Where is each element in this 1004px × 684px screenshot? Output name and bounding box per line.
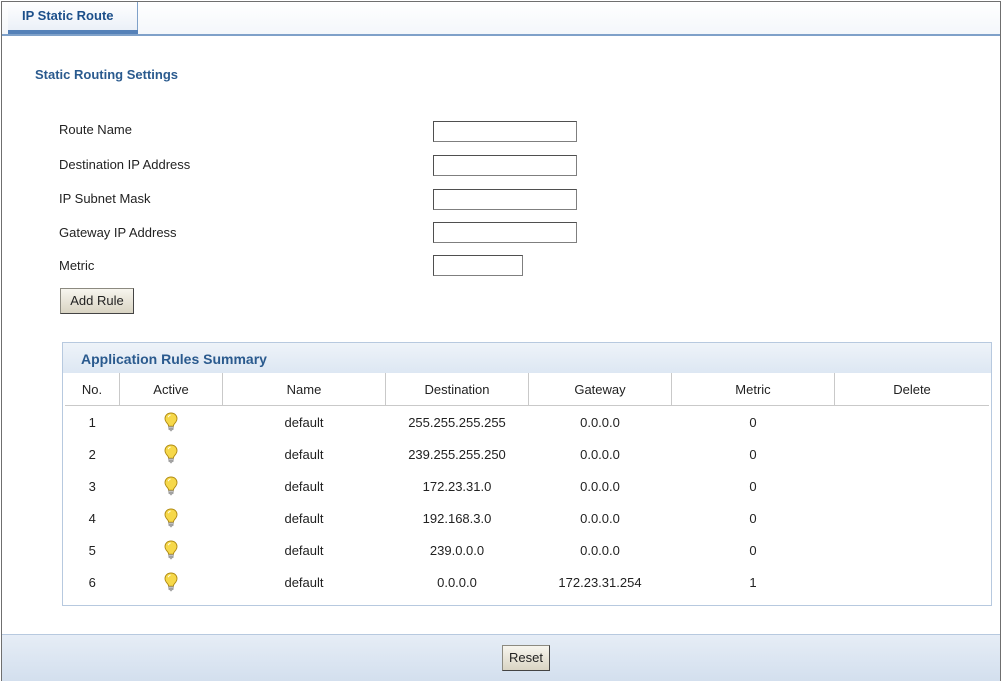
cell-no: 1: [88, 414, 96, 430]
table-row: 6 default 0.0.0.0 172.23.31.254 1: [65, 566, 989, 598]
cell-destination: 239.255.255.250: [408, 446, 506, 462]
cell-delete: [835, 470, 990, 502]
cell-name: default: [284, 574, 324, 590]
cell-name: default: [284, 414, 324, 430]
cell-gateway: 0.0.0.0: [580, 446, 620, 462]
gateway-ip-label: Gateway IP Address: [59, 225, 177, 240]
cell-destination: 239.0.0.0: [429, 542, 485, 558]
cell-metric: 0: [749, 414, 757, 430]
cell-name: default: [284, 478, 324, 494]
cell-metric: 0: [749, 478, 757, 494]
cell-destination: 0.0.0.0: [437, 574, 477, 590]
cell-delete: [835, 438, 990, 470]
column-header-delete: Delete: [834, 373, 989, 406]
gateway-ip-input[interactable]: [433, 222, 577, 243]
table-header-row: No. Active Name Destination Gateway Metr…: [65, 373, 989, 406]
subnet-mask-label: IP Subnet Mask: [59, 191, 151, 206]
cell-name: default: [284, 446, 324, 462]
cell-gateway: 0.0.0.0: [580, 414, 620, 430]
cell-delete: [835, 534, 990, 566]
section-title: Static Routing Settings: [35, 67, 178, 82]
tab-bar: IP Static Route: [2, 2, 1000, 36]
route-name-label: Route Name: [59, 122, 132, 137]
cell-metric: 1: [749, 574, 757, 590]
cell-name: default: [284, 542, 324, 558]
subnet-mask-input[interactable]: [433, 189, 577, 210]
summary-title: Application Rules Summary: [81, 351, 267, 367]
cell-delete: [835, 502, 990, 534]
column-header-active: Active: [119, 373, 223, 406]
table-row: 1 default 255.255.255.255 0.0.0.0 0: [65, 406, 989, 439]
lightbulb-icon: [164, 476, 178, 496]
cell-gateway: 0.0.0.0: [580, 542, 620, 558]
cell-active: [120, 502, 223, 534]
cell-no: 2: [88, 446, 96, 462]
main-frame: IP Static Route Static Routing Settings …: [1, 1, 1001, 681]
cell-no: 3: [88, 478, 96, 494]
table-row: 2 default 239.255.255.250 0.0.0.0 0: [65, 438, 989, 470]
rules-table: No. Active Name Destination Gateway Metr…: [65, 373, 989, 598]
reset-button[interactable]: Reset: [502, 645, 550, 671]
cell-metric: 0: [749, 542, 757, 558]
cell-gateway: 0.0.0.0: [580, 510, 620, 526]
column-header-name: Name: [222, 373, 386, 406]
cell-no: 5: [88, 542, 96, 558]
table-row: 5 default 239.0.0.0 0.0.0.0 0: [65, 534, 989, 566]
metric-input[interactable]: [433, 255, 523, 276]
cell-active: [120, 438, 223, 470]
rules-summary-panel: Application Rules Summary No. Active Nam…: [62, 342, 992, 606]
rules-table-body: 1 default 255.255.255.255 0.0.0.0 0 2 default 2…: [65, 406, 989, 599]
summary-header: Application Rules Summary: [63, 343, 991, 373]
cell-metric: 0: [749, 510, 757, 526]
destination-ip-label: Destination IP Address: [59, 157, 191, 172]
cell-delete: [835, 566, 990, 598]
table-row: 4 default 192.168.3.0 0.0.0.0 0: [65, 502, 989, 534]
column-header-metric: Metric: [671, 373, 835, 406]
cell-no: 4: [88, 510, 96, 526]
lightbulb-icon: [164, 444, 178, 464]
cell-active: [120, 470, 223, 502]
lightbulb-icon: [164, 540, 178, 560]
table-row: 3 default 172.23.31.0 0.0.0.0 0: [65, 470, 989, 502]
metric-label: Metric: [59, 258, 95, 273]
cell-destination: 192.168.3.0: [422, 510, 492, 526]
footer-bar: Reset: [2, 634, 1000, 681]
cell-active: [120, 406, 223, 439]
cell-destination: 255.255.255.255: [408, 414, 506, 430]
destination-ip-input[interactable]: [433, 155, 577, 176]
cell-gateway: 172.23.31.254: [558, 574, 642, 590]
cell-name: default: [284, 510, 324, 526]
cell-no: 6: [88, 574, 96, 590]
lightbulb-icon: [164, 572, 178, 592]
lightbulb-icon: [164, 508, 178, 528]
column-header-no: No.: [65, 373, 120, 406]
add-rule-button[interactable]: Add Rule: [60, 288, 134, 314]
tab-active-indicator: [8, 30, 138, 34]
cell-delete: [835, 406, 990, 439]
cell-metric: 0: [749, 446, 757, 462]
cell-active: [120, 534, 223, 566]
cell-gateway: 0.0.0.0: [580, 478, 620, 494]
route-name-input[interactable]: [433, 121, 577, 142]
column-header-destination: Destination: [385, 373, 529, 406]
lightbulb-icon: [164, 412, 178, 432]
cell-destination: 172.23.31.0: [422, 478, 492, 494]
cell-active: [120, 566, 223, 598]
column-header-gateway: Gateway: [528, 373, 672, 406]
